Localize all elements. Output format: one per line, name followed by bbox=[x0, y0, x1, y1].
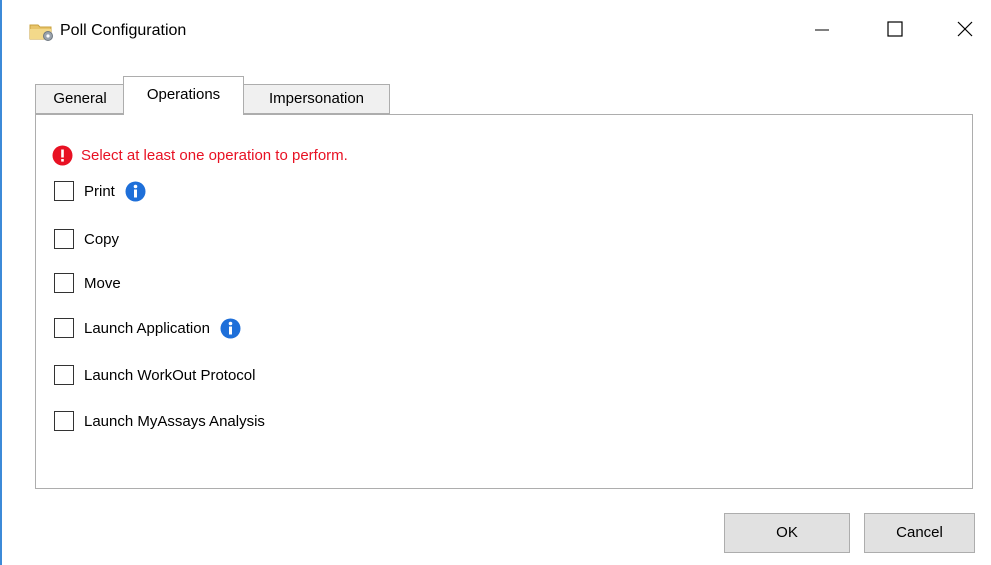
launch-workout-protocol-label: Launch WorkOut Protocol bbox=[84, 366, 256, 384]
operation-launch-myassays-analysis[interactable]: Launch MyAssays Analysis bbox=[54, 410, 265, 432]
operation-launch-application[interactable]: Launch Application bbox=[54, 317, 241, 339]
maximize-icon bbox=[887, 21, 903, 41]
window-title: Poll Configuration bbox=[60, 22, 187, 39]
copy-label: Copy bbox=[84, 230, 120, 248]
error-icon bbox=[52, 145, 73, 166]
info-icon[interactable] bbox=[125, 181, 146, 202]
maximize-button[interactable] bbox=[872, 10, 918, 52]
validation-message: Select at least one operation to perform… bbox=[52, 144, 348, 166]
close-button[interactable] bbox=[942, 10, 988, 52]
move-label: Move bbox=[84, 274, 121, 292]
tab-impersonation[interactable]: Impersonation bbox=[244, 84, 390, 114]
operation-print[interactable]: Print bbox=[54, 180, 146, 202]
window-border bbox=[0, 0, 2, 565]
launch-application-checkbox[interactable] bbox=[54, 318, 74, 338]
launch-myassays-analysis-label: Launch MyAssays Analysis bbox=[84, 412, 265, 430]
launch-myassays-analysis-checkbox[interactable] bbox=[54, 411, 74, 431]
copy-checkbox[interactable] bbox=[54, 229, 74, 249]
print-label: Print bbox=[84, 182, 115, 200]
cancel-button[interactable]: Cancel bbox=[864, 513, 975, 553]
print-checkbox[interactable] bbox=[54, 181, 74, 201]
launch-application-label: Launch Application bbox=[84, 319, 210, 337]
validation-text: Select at least one operation to perform… bbox=[81, 146, 348, 164]
minimize-icon bbox=[815, 22, 829, 40]
operation-launch-workout-protocol[interactable]: Launch WorkOut Protocol bbox=[54, 364, 255, 386]
info-icon[interactable] bbox=[220, 318, 241, 339]
ok-button[interactable]: OK bbox=[724, 513, 850, 553]
launch-workout-protocol-checkbox[interactable] bbox=[54, 365, 74, 385]
minimize-button[interactable] bbox=[799, 10, 845, 52]
tab-general[interactable]: General bbox=[35, 84, 124, 114]
operation-copy[interactable]: Copy bbox=[54, 228, 119, 250]
operations-panel bbox=[35, 114, 973, 489]
tab-operations[interactable]: Operations bbox=[123, 76, 244, 115]
operation-move[interactable]: Move bbox=[54, 272, 121, 294]
close-icon bbox=[957, 21, 973, 41]
folder-gears-icon bbox=[29, 20, 55, 42]
move-checkbox[interactable] bbox=[54, 273, 74, 293]
